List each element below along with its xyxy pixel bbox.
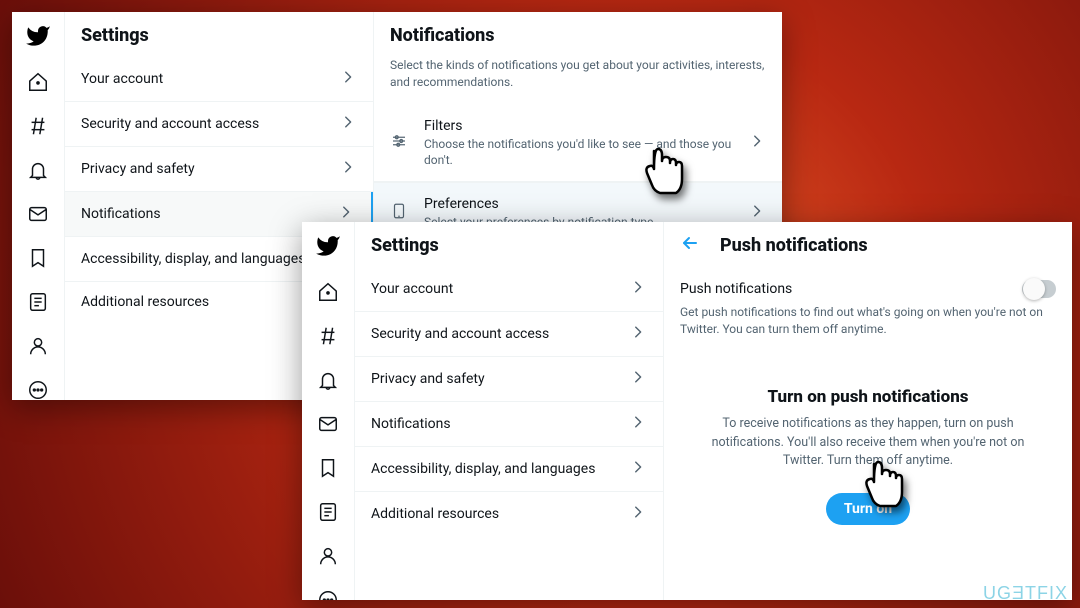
preferences-icon	[390, 202, 410, 224]
explore-icon[interactable]	[317, 325, 339, 351]
push-toggle[interactable]	[1022, 280, 1056, 298]
settings-item-your-account[interactable]: Your account	[355, 267, 663, 312]
menu-label: Additional resources	[371, 506, 499, 522]
explore-icon[interactable]	[27, 115, 49, 141]
twitter-logo-icon[interactable]	[25, 23, 51, 53]
option-filters[interactable]: Filters Choose the notifications you'd li…	[374, 105, 782, 182]
settings-item-privacy[interactable]: Privacy and safety	[65, 147, 373, 192]
settings-title: Settings	[65, 12, 373, 57]
bookmarks-icon[interactable]	[317, 457, 339, 483]
lists-icon[interactable]	[317, 501, 339, 527]
messages-icon[interactable]	[27, 203, 49, 229]
menu-label: Additional resources	[81, 294, 209, 310]
settings-item-accessibility[interactable]: Accessibility, display, and languages	[355, 447, 663, 492]
settings-title: Settings	[355, 222, 663, 267]
watermark: UGƎTFIX	[983, 583, 1068, 604]
option-title: Preferences	[424, 196, 736, 212]
notifications-icon[interactable]	[317, 369, 339, 395]
profile-icon[interactable]	[317, 545, 339, 571]
menu-label: Privacy and safety	[81, 161, 195, 177]
filters-icon	[390, 132, 410, 154]
settings-item-notifications[interactable]: Notifications	[355, 402, 663, 447]
push-cta-desc: To receive notifications as they happen,…	[694, 415, 1042, 471]
settings-item-security[interactable]: Security and account access	[355, 312, 663, 357]
menu-label: Your account	[371, 281, 453, 297]
twitter-logo-icon[interactable]	[315, 233, 341, 263]
push-notifications-panel: Settings Your account Security and accou…	[302, 222, 1072, 600]
notifications-icon[interactable]	[27, 159, 49, 185]
profile-icon[interactable]	[27, 335, 49, 361]
left-nav	[302, 222, 354, 600]
chevron-right-icon	[631, 324, 647, 344]
chevron-right-icon	[750, 133, 766, 153]
option-title: Filters	[424, 118, 736, 134]
settings-item-additional[interactable]: Additional resources	[355, 492, 663, 536]
chevron-right-icon	[750, 203, 766, 223]
left-nav	[12, 12, 64, 400]
chevron-right-icon	[631, 369, 647, 389]
push-cta-title: Turn on push notifications	[694, 387, 1042, 407]
settings-item-your-account[interactable]: Your account	[65, 57, 373, 102]
push-cta-box: Turn on push notifications To receive no…	[664, 351, 1072, 525]
detail-title: Notifications	[374, 12, 782, 57]
detail-subtext: Select the kinds of notifications you ge…	[374, 57, 782, 105]
more-icon[interactable]	[27, 379, 49, 400]
chevron-right-icon	[341, 69, 357, 89]
menu-label: Notifications	[81, 206, 161, 222]
turn-on-button[interactable]: Turn on	[826, 493, 910, 525]
lists-icon[interactable]	[27, 291, 49, 317]
settings-item-privacy[interactable]: Privacy and safety	[355, 357, 663, 402]
menu-label: Security and account access	[81, 116, 259, 132]
chevron-right-icon	[339, 204, 355, 224]
chevron-right-icon	[631, 504, 647, 524]
settings-item-security[interactable]: Security and account access	[65, 102, 373, 147]
option-desc: Choose the notifications you'd like to s…	[424, 136, 736, 168]
menu-label: Privacy and safety	[371, 371, 485, 387]
home-icon[interactable]	[317, 281, 339, 307]
menu-label: Your account	[81, 71, 163, 87]
menu-label: Security and account access	[371, 326, 549, 342]
more-icon[interactable]	[317, 589, 339, 600]
push-detail-column: Push notifications Push notifications Ge…	[664, 222, 1072, 600]
bookmarks-icon[interactable]	[27, 247, 49, 273]
home-icon[interactable]	[27, 71, 49, 97]
menu-label: Accessibility, display, and languages	[81, 251, 305, 267]
push-toggle-label: Push notifications	[680, 281, 792, 297]
back-arrow-icon[interactable]	[680, 233, 700, 257]
chevron-right-icon	[341, 159, 357, 179]
menu-label: Accessibility, display, and languages	[371, 461, 595, 477]
chevron-right-icon	[631, 414, 647, 434]
menu-label: Notifications	[371, 416, 451, 432]
chevron-right-icon	[341, 114, 357, 134]
chevron-right-icon	[631, 279, 647, 299]
detail-title: Push notifications	[720, 235, 868, 256]
push-desc: Get push notifications to find out what'…	[664, 304, 1072, 351]
settings-column: Settings Your account Security and accou…	[354, 222, 664, 600]
chevron-right-icon	[631, 459, 647, 479]
messages-icon[interactable]	[317, 413, 339, 439]
